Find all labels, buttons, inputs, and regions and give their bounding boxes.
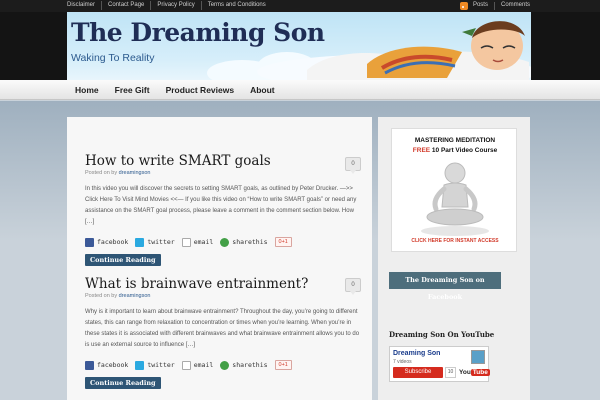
google-plus-button[interactable]: 0+1 — [274, 237, 292, 247]
site-title[interactable]: The Dreaming Son — [71, 18, 325, 47]
facebook-share[interactable]: facebook — [85, 237, 129, 247]
subscribe-button[interactable]: Subscribe — [393, 367, 443, 378]
facebook-share-label: facebook — [97, 238, 129, 246]
sharethis-share[interactable]: sharethis — [220, 237, 268, 247]
youtube-channel-widget: Dreaming Son 7 videos Subscribe 10 You Tu… — [389, 346, 490, 382]
site-banner[interactable]: The Dreaming Son Waking To Reality — [67, 12, 531, 80]
facebook-share[interactable]: facebook — [85, 360, 129, 370]
youtube-logo-tube: Tube — [470, 369, 490, 376]
continue-reading-button[interactable]: Continue Reading — [85, 377, 161, 389]
site-tagline: Waking To Reality — [71, 52, 155, 64]
posted-on-label: Posted on by — [85, 293, 118, 299]
email-share[interactable]: email — [181, 360, 214, 370]
email-share[interactable]: email — [181, 237, 214, 247]
main-nav: Home Free Gift Product Reviews About — [67, 80, 283, 100]
post-title[interactable]: How to write SMART goals — [85, 153, 365, 169]
disclaimer-link[interactable]: Disclaimer — [67, 1, 103, 10]
top-links: Disclaimer Contact Page Privacy Policy T… — [67, 1, 278, 10]
post: How to write SMART goals Posted on by dr… — [85, 153, 365, 267]
contact-page-link[interactable]: Contact Page — [108, 1, 152, 10]
share-bar: facebook twitter email sharethis 0+1 — [85, 360, 365, 370]
facebook-icon — [85, 360, 94, 370]
meditating-figure-icon — [421, 162, 489, 236]
continue-reading-button[interactable]: Continue Reading — [85, 254, 161, 266]
terms-link[interactable]: Terms and Conditions — [208, 1, 272, 10]
sharethis-label: sharethis — [232, 238, 268, 246]
envelope-icon — [181, 237, 191, 247]
comments-feed-link[interactable]: Comments — [501, 1, 530, 10]
channel-name[interactable]: Dreaming Son — [393, 350, 440, 357]
youtube-logo-you: You — [459, 369, 471, 376]
post: What is brainwave entrainment? Posted on… — [85, 276, 365, 390]
twitter-icon — [135, 360, 145, 370]
rss-icon[interactable] — [459, 1, 468, 10]
google-plus-button[interactable]: 0+1 — [274, 360, 292, 370]
twitter-icon — [135, 237, 145, 247]
post-title[interactable]: What is brainwave entrainment? — [85, 276, 365, 292]
ad-free-label: FREE — [412, 147, 431, 154]
separator — [493, 1, 495, 10]
twitter-share-label: twitter — [147, 238, 175, 246]
post-meta: Posted on by dreamingson — [85, 293, 365, 299]
posted-on-label: Posted on by — [85, 170, 118, 176]
youtube-logo[interactable]: You Tube — [459, 367, 490, 378]
sharethis-label: sharethis — [232, 361, 268, 369]
channel-avatar[interactable] — [471, 350, 485, 364]
post-meta: Posted on by dreamingson — [85, 170, 365, 176]
nav-free-gift[interactable]: Free Gift — [107, 80, 158, 100]
video-count: 7 videos — [393, 359, 412, 365]
nav-home[interactable]: Home — [67, 80, 107, 100]
share-icon — [220, 360, 230, 370]
twitter-share-label: twitter — [147, 361, 175, 369]
youtube-widget-title: Dreaming Son On YouTube — [389, 330, 495, 339]
subscriber-count: 10 — [445, 367, 456, 378]
post-excerpt: Why is it important to learn about brain… — [85, 309, 360, 348]
feed-links: Posts Comments — [459, 1, 530, 10]
nav-about[interactable]: About — [242, 80, 283, 100]
post-excerpt: In this video you will discover the secr… — [85, 186, 357, 225]
facebook-share-label: facebook — [97, 361, 129, 369]
posts-feed-link[interactable]: Posts — [473, 1, 488, 10]
ad-headline: MASTERING MEDITATION — [414, 137, 496, 144]
comment-count-badge[interactable]: 0 — [345, 278, 361, 295]
post-author[interactable]: dreamingson — [119, 170, 151, 176]
twitter-share[interactable]: twitter — [135, 360, 175, 370]
twitter-share[interactable]: twitter — [135, 237, 175, 247]
ad-subheadline: FREE 10 Part Video Course — [392, 147, 518, 154]
ad-course-label: 10 Part Video Course — [430, 147, 498, 154]
share-icon — [220, 237, 230, 247]
email-share-label: email — [193, 361, 214, 369]
email-share-label: email — [193, 238, 214, 246]
privacy-policy-link[interactable]: Privacy Policy — [157, 1, 202, 10]
envelope-icon — [181, 360, 191, 370]
post-author[interactable]: dreamingson — [119, 293, 151, 299]
meditation-course-ad[interactable]: MASTERING MEDITATION FREE 10 Part Video … — [391, 128, 517, 252]
share-bar: facebook twitter email sharethis 0+1 — [85, 237, 365, 247]
sharethis-share[interactable]: sharethis — [220, 360, 268, 370]
comment-count-badge[interactable]: 0 — [345, 157, 361, 174]
nav-product-reviews[interactable]: Product Reviews — [158, 80, 243, 100]
facebook-icon — [85, 237, 94, 247]
ad-cta: CLICK HERE FOR INSTANT ACCESS — [411, 238, 499, 244]
facebook-widget-title: The Dreaming Son on Facebook — [389, 272, 501, 301]
